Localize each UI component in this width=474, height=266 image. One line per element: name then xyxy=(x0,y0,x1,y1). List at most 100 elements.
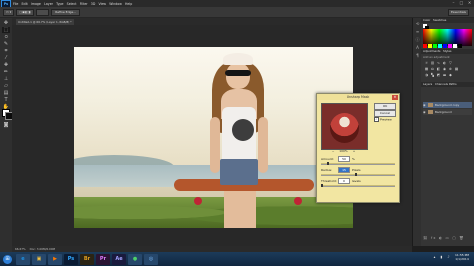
preview-checkbox[interactable]: ✓ Preview xyxy=(374,117,396,122)
black-white-icon[interactable]: ◧ xyxy=(436,67,441,71)
radius-slider-handle[interactable] xyxy=(355,173,357,176)
selection-mode-icons[interactable]: ▢▣◧◨ xyxy=(16,8,34,16)
channel-mixer-icon[interactable]: ⊛ xyxy=(448,67,453,71)
vibrance-icon[interactable]: ▽ xyxy=(448,61,453,65)
volume-icon[interactable]: ♪ xyxy=(446,255,451,260)
zoom-readout[interactable]: 66.67% xyxy=(15,247,26,251)
image-canvas[interactable] xyxy=(74,47,353,228)
lasso-tool-icon[interactable]: ഠ xyxy=(2,34,10,40)
color-swatch[interactable] xyxy=(448,44,452,48)
photo-filter-icon[interactable]: ◉ xyxy=(442,67,447,71)
taskbar-app-media[interactable]: ▶ xyxy=(48,253,62,265)
preview-checkbox-box[interactable]: ✓ xyxy=(374,117,379,122)
dialog-close-icon[interactable]: ✕ xyxy=(392,94,398,100)
menu-layer[interactable]: Layer xyxy=(44,2,53,6)
tab-paths[interactable]: Paths xyxy=(449,82,457,87)
amount-input[interactable]: 50 xyxy=(338,156,350,162)
exposure-icon[interactable]: ◐ xyxy=(442,61,447,65)
gradient-tool-icon[interactable]: ▤ xyxy=(2,90,10,96)
selective-color-icon[interactable]: ◆ xyxy=(448,73,453,77)
gradient-map-icon[interactable]: ▬ xyxy=(442,73,447,77)
layer-visibility-icon[interactable]: ◉ xyxy=(423,109,426,115)
curves-icon[interactable]: ∿ xyxy=(436,61,441,65)
refine-edge-button[interactable]: Refine Edge... xyxy=(51,8,81,16)
layer-row[interactable]: ◉ Background copy xyxy=(423,102,472,108)
quick-select-tool-icon[interactable]: ✎ xyxy=(2,41,10,47)
feather-field[interactable] xyxy=(35,8,50,16)
threshold-icon[interactable]: ◩ xyxy=(436,73,441,77)
levels-icon[interactable]: ▥ xyxy=(430,61,435,65)
tool-preset-picker[interactable]: ▭ ▾ xyxy=(3,8,15,16)
layer-row[interactable]: ◉ Background xyxy=(423,109,472,115)
info-panel-icon[interactable]: ⓘ xyxy=(414,37,421,43)
ok-button[interactable]: OK xyxy=(374,103,396,110)
clone-stamp-tool-icon[interactable]: ⊥ xyxy=(2,76,10,82)
color-swatch[interactable] xyxy=(443,44,447,48)
tab-layers[interactable]: Layers xyxy=(423,82,432,87)
menu-select[interactable]: Select xyxy=(67,2,77,6)
brush-tool-icon[interactable]: ✏ xyxy=(2,69,10,75)
color-lookup-icon[interactable]: ▩ xyxy=(454,67,459,71)
zoom-in-icon[interactable]: + xyxy=(353,149,356,153)
color-swatch[interactable] xyxy=(458,44,462,48)
healing-brush-tool-icon[interactable]: ✚ xyxy=(2,62,10,68)
tab-styles[interactable]: Styles xyxy=(443,49,451,54)
clock[interactable]: 11:55 PM 1/1/2014 xyxy=(453,253,471,261)
menu-file[interactable]: File xyxy=(13,2,18,6)
eyedropper-tool-icon[interactable]: ⁄ xyxy=(2,55,10,61)
tab-adjustments[interactable]: Adjustments xyxy=(423,49,441,54)
amount-slider[interactable] xyxy=(321,162,395,165)
color-swatch[interactable] xyxy=(453,44,457,48)
filter-preview-window[interactable] xyxy=(321,103,368,150)
taskbar-app-bridge[interactable]: Br xyxy=(80,253,94,265)
threshold-slider[interactable] xyxy=(321,184,395,187)
taskbar-app-after-effects[interactable]: Ae xyxy=(112,253,126,265)
taskbar-app-photoshop[interactable]: Ps xyxy=(64,253,78,265)
menu-type[interactable]: Type xyxy=(56,2,63,6)
threshold-input[interactable]: 0 xyxy=(338,178,350,184)
menu-help[interactable]: Help xyxy=(125,2,132,6)
zoom-out-icon[interactable]: − xyxy=(332,149,335,153)
layers-footer-icons[interactable]: ⛓ fx ◐ ▭ ▢ 🗑 xyxy=(423,236,472,241)
hue-saturation-icon[interactable]: ▦ xyxy=(424,67,429,71)
character-panel-icon[interactable]: A xyxy=(414,45,421,51)
tab-channels[interactable]: Channels xyxy=(435,82,448,87)
workspace-switcher[interactable]: Essentials xyxy=(447,9,469,16)
taskbar-app-browser[interactable]: ◎ xyxy=(144,253,158,265)
start-button[interactable]: ⊞ xyxy=(3,254,12,264)
posterize-icon[interactable]: ▚ xyxy=(430,73,435,77)
move-tool-icon[interactable]: ✥ xyxy=(2,20,10,26)
color-swatch[interactable] xyxy=(438,44,442,48)
close-icon[interactable]: ✕ xyxy=(467,1,472,5)
color-swatch[interactable] xyxy=(428,44,432,48)
crop-tool-icon[interactable]: ⌗ xyxy=(2,48,10,54)
taskbar-app-ie[interactable]: e xyxy=(16,253,30,265)
radius-input[interactable]: 15 xyxy=(338,167,350,173)
dialog-title[interactable]: Unsharp Mask xyxy=(317,94,399,100)
menu-view[interactable]: View xyxy=(98,2,106,6)
menu-window[interactable]: Window xyxy=(109,2,122,6)
marquee-tool-icon[interactable]: ⬚ xyxy=(2,27,10,33)
quick-mask-icon[interactable]: ◙ xyxy=(2,122,10,128)
minimize-icon[interactable]: – xyxy=(451,1,456,5)
color-balance-icon[interactable]: ⚖ xyxy=(430,67,435,71)
brightness-contrast-icon[interactable]: ☼ xyxy=(424,61,429,65)
eraser-tool-icon[interactable]: ▱ xyxy=(2,83,10,89)
menu-3d[interactable]: 3D xyxy=(91,2,95,6)
threshold-slider-handle[interactable] xyxy=(321,184,323,187)
menu-filter[interactable]: Filter xyxy=(80,2,88,6)
color-swatch[interactable] xyxy=(433,44,437,48)
history-panel-icon[interactable]: ⟲ xyxy=(414,21,421,27)
menu-image[interactable]: Image xyxy=(31,2,41,6)
amount-slider-handle[interactable] xyxy=(327,162,329,165)
cancel-button[interactable]: Cancel xyxy=(374,110,396,117)
taskbar-app-premiere[interactable]: Pr xyxy=(96,253,110,265)
tab-color[interactable]: Color xyxy=(423,18,430,23)
paragraph-panel-icon[interactable]: ¶ xyxy=(414,53,421,59)
type-tool-icon[interactable]: T xyxy=(2,97,10,103)
layer-visibility-icon[interactable]: ◉ xyxy=(423,102,426,108)
taskbar-app-explorer[interactable]: ▣ xyxy=(32,253,46,265)
maximize-icon[interactable]: □ xyxy=(459,1,464,5)
tray-arrow-icon[interactable]: ▴ xyxy=(432,255,437,260)
invert-icon[interactable]: ◑ xyxy=(424,73,429,77)
